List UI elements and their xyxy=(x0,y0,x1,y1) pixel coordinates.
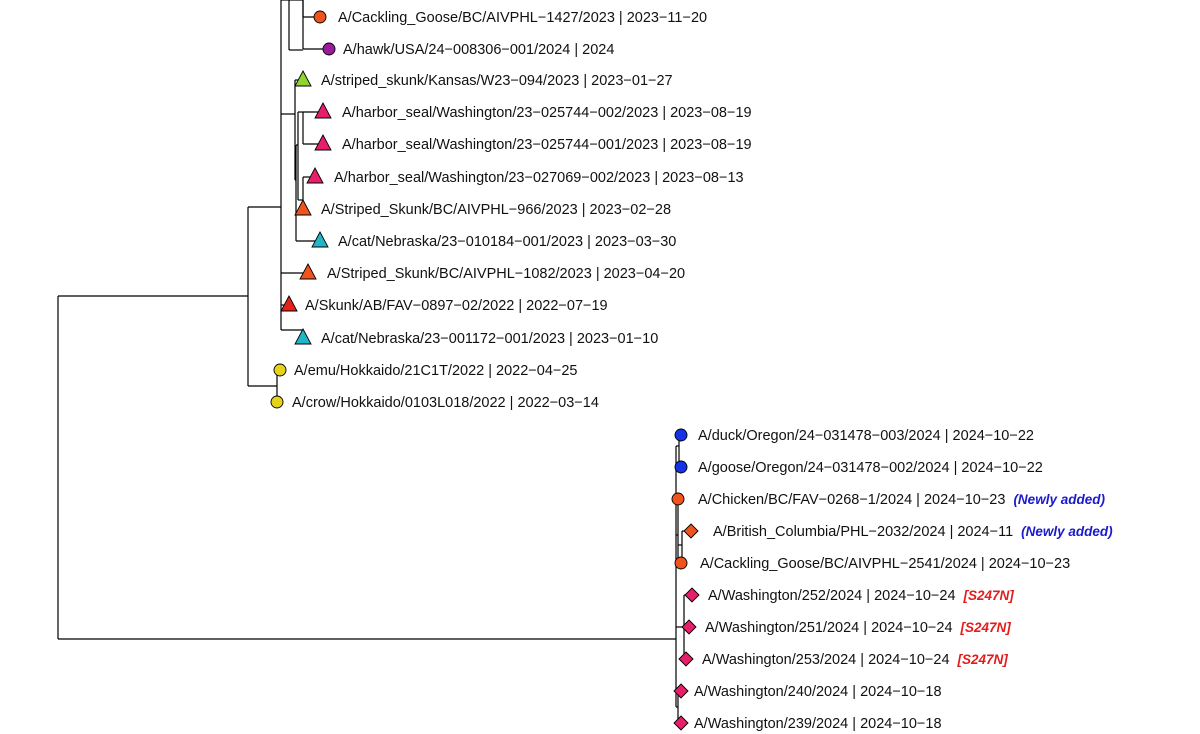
tip-label: A/Washington/240/2024 | 2024−10−18 xyxy=(694,684,942,700)
tip-marker-circle xyxy=(313,10,327,24)
tip-marker-circle xyxy=(674,428,688,442)
tip-label: A/Washington/239/2024 | 2024−10−18 xyxy=(694,716,942,732)
tip-marker-circle xyxy=(322,42,336,56)
tip-label: A/emu/Hokkaido/21C1T/2022 | 2022−04−25 xyxy=(294,363,578,379)
tip-marker-circle xyxy=(674,460,688,474)
newly-added-tag: (Newly added) xyxy=(1021,524,1113,539)
tip-label: A/Skunk/AB/FAV−0897−02/2022 | 2022−07−19 xyxy=(305,298,608,314)
tip-label: A/Washington/253/2024 | 2024−10−24 xyxy=(702,652,950,668)
tip-marker-circle xyxy=(270,395,284,409)
tip-label: A/hawk/USA/24−008306−001/2024 | 2024 xyxy=(343,42,614,58)
tip-marker-triangle xyxy=(311,231,329,248)
tip-label: A/Washington/251/2024 | 2024−10−24 xyxy=(705,620,953,636)
tip-label: A/cat/Nebraska/23−001172−001/2023 | 2023… xyxy=(321,331,658,347)
tip-label: A/Striped_Skunk/BC/AIVPHL−966/2023 | 202… xyxy=(321,202,671,218)
tip-label: A/Washington/252/2024 | 2024−10−24 xyxy=(708,588,956,604)
mutation-tag: [S247N] xyxy=(963,588,1015,603)
tip-label: A/harbor_seal/Washington/23−025744−001/2… xyxy=(342,137,752,153)
tip-marker-triangle xyxy=(314,134,332,151)
tip-label: A/goose/Oregon/24−031478−002/2024 | 2024… xyxy=(698,460,1043,476)
tip-label: A/duck/Oregon/24−031478−003/2024 | 2024−… xyxy=(698,428,1034,444)
tip-marker-diamond xyxy=(678,651,694,667)
tip-label: A/British_Columbia/PHL−2032/2024 | 2024−… xyxy=(713,524,1013,540)
tip-marker-triangle xyxy=(294,328,312,345)
tip-label: A/Striped_Skunk/BC/AIVPHL−1082/2023 | 20… xyxy=(327,266,685,282)
mutation-tag: [S247N] xyxy=(960,620,1012,635)
tip-label: A/cat/Nebraska/23−010184−001/2023 | 2023… xyxy=(338,234,676,250)
tip-labels: A/Cackling_Goose/BC/AIVPHL−1427/2023 | 2… xyxy=(292,10,1113,732)
tip-label: A/Chicken/BC/FAV−0268−1/2024 | 2024−10−2… xyxy=(698,492,1005,508)
tip-marker-triangle xyxy=(306,167,324,184)
newly-added-tag: (Newly added) xyxy=(1013,492,1105,507)
tip-marker-diamond xyxy=(684,587,700,603)
tip-marker-triangle xyxy=(294,199,312,216)
tip-label: A/Cackling_Goose/BC/AIVPHL−2541/2024 | 2… xyxy=(700,556,1070,572)
mutation-tag: [S247N] xyxy=(957,652,1009,667)
tip-marker-diamond xyxy=(673,715,689,731)
tip-label: A/harbor_seal/Washington/23−027069−002/2… xyxy=(334,170,744,186)
tip-marker-diamond xyxy=(683,523,699,539)
tip-marker-circle xyxy=(674,556,688,570)
tip-label: A/harbor_seal/Washington/23−025744−002/2… xyxy=(342,105,752,121)
tip-marker-triangle xyxy=(299,263,317,280)
tip-marker-circle xyxy=(273,363,287,377)
tip-marker-triangle xyxy=(314,102,332,119)
tip-marker-triangle xyxy=(280,295,298,312)
tip-marker-circle xyxy=(671,492,685,506)
tip-label: A/striped_skunk/Kansas/W23−094/2023 | 20… xyxy=(321,73,673,89)
phylogenetic-tree: A/Cackling_Goose/BC/AIVPHL−1427/2023 | 2… xyxy=(57,0,1113,732)
tip-label: A/crow/Hokkaido/0103L018/2022 | 2022−03−… xyxy=(292,395,599,411)
tip-label: A/Cackling_Goose/BC/AIVPHL−1427/2023 | 2… xyxy=(338,10,707,26)
tip-marker-triangle xyxy=(294,70,312,87)
